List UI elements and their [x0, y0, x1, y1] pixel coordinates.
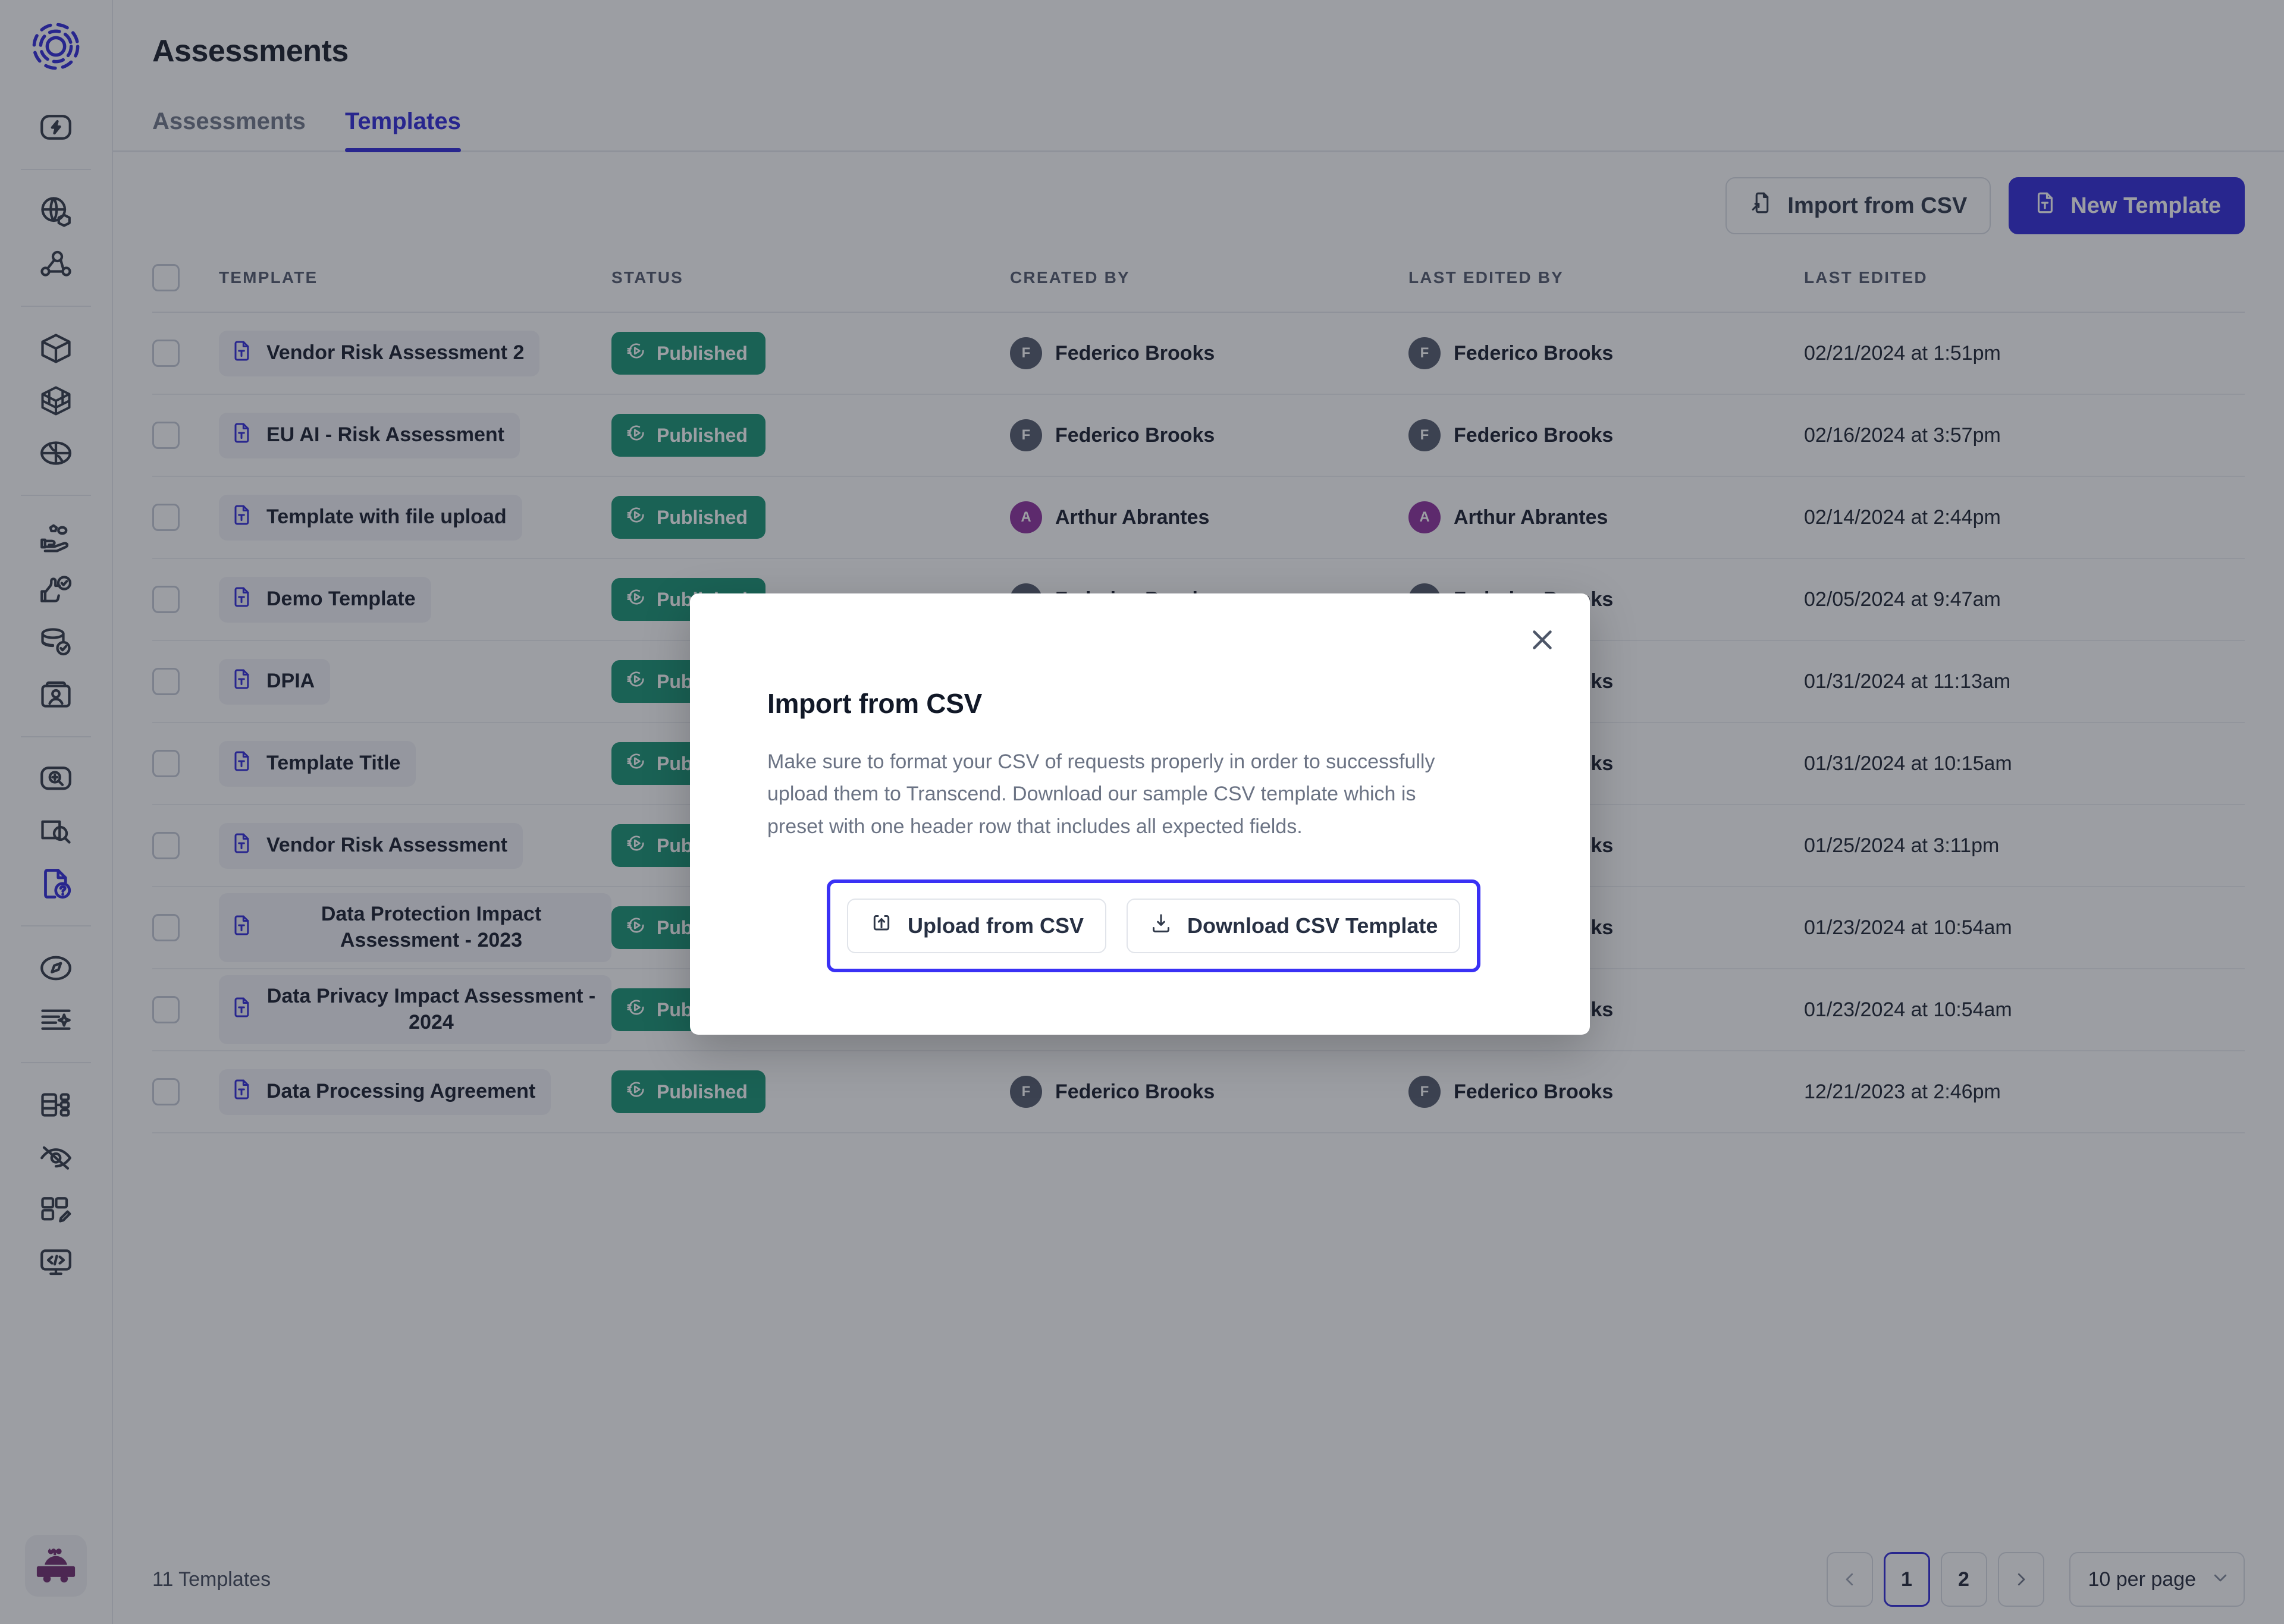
modal-actions-focus-ring: Upload from CSV Download CSV Template — [827, 879, 1481, 973]
upload-from-csv-label: Upload from CSV — [908, 913, 1084, 938]
download-icon — [1149, 912, 1173, 941]
modal-description: Make sure to format your CSV of requests… — [767, 750, 1435, 838]
upload-from-csv-button[interactable]: Upload from CSV — [847, 899, 1107, 954]
app-root: Assessments Assessments Templates Import… — [0, 0, 2284, 1624]
download-csv-template-button[interactable]: Download CSV Template — [1127, 899, 1461, 954]
modal-title: Import from CSV — [767, 688, 982, 719]
import-from-csv-modal: Import from CSV Make sure to format your… — [690, 593, 1590, 1035]
modal-close-button[interactable] — [1521, 618, 1564, 661]
upload-icon — [870, 912, 893, 941]
modal-body: Import from CSV Make sure to format your… — [690, 593, 1590, 973]
download-csv-template-label: Download CSV Template — [1187, 913, 1438, 938]
